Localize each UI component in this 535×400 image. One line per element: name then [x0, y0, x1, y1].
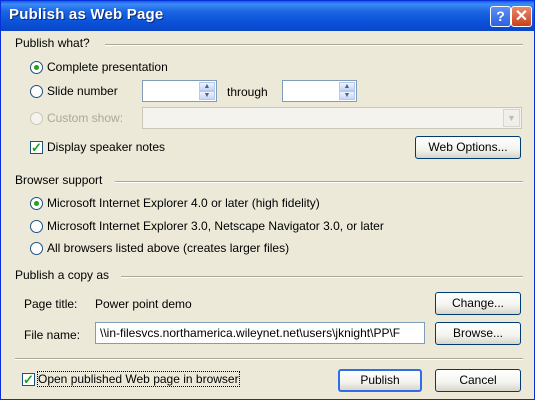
web-options-button[interactable]: Web Options... [415, 136, 521, 159]
publish-what-divider [105, 44, 523, 46]
dialog-title: Publish as Web Page [9, 6, 164, 23]
chevron-down-icon[interactable]: ▼ [503, 109, 520, 127]
help-icon: ? [496, 8, 505, 24]
open-in-browser-checkbox[interactable]: ✓ [22, 373, 35, 386]
slide-number-label[interactable]: Slide number [47, 84, 118, 98]
complete-presentation-label[interactable]: Complete presentation [47, 60, 168, 74]
custom-show-label: Custom show: [47, 111, 124, 125]
custom-show-radio[interactable] [30, 112, 43, 125]
complete-presentation-radio[interactable] [30, 61, 43, 74]
close-button[interactable]: ✕ [511, 6, 532, 27]
display-speaker-notes-checkbox[interactable]: ✓ [30, 141, 43, 154]
browser-support-divider [115, 181, 523, 183]
slide-to-up-icon[interactable]: ▲ [339, 82, 355, 91]
footer-divider [15, 358, 523, 360]
open-in-browser-label[interactable]: Open published Web page in browser [37, 371, 240, 387]
slide-number-radio[interactable] [30, 85, 43, 98]
page-title-value: Power point demo [95, 297, 192, 311]
custom-show-select[interactable]: ▼ [142, 107, 522, 129]
browser-support-heading: Browser support [15, 173, 103, 187]
title-bar[interactable]: Publish as Web Page ? ✕ [1, 1, 534, 31]
help-button[interactable]: ? [490, 6, 511, 27]
ie4-label[interactable]: Microsoft Internet Explorer 4.0 or later… [47, 196, 320, 210]
publish-web-page-dialog: Publish as Web Page ? ✕ Publish what? Co… [0, 0, 535, 400]
slide-from-up-icon[interactable]: ▲ [199, 82, 215, 91]
through-label: through [227, 85, 268, 99]
publish-copy-divider [121, 276, 523, 278]
file-name-label: File name: [24, 328, 81, 342]
ie4-radio[interactable] [30, 197, 43, 210]
file-name-input[interactable]: \\in-filesvcs.northamerica.wileynet.net\… [95, 322, 425, 344]
ie3-label[interactable]: Microsoft Internet Explorer 3.0, Netscap… [47, 219, 384, 233]
all-browsers-label[interactable]: All browsers listed above (creates large… [47, 241, 289, 255]
close-icon: ✕ [514, 8, 529, 25]
all-browsers-radio[interactable] [30, 242, 43, 255]
display-speaker-notes-label[interactable]: Display speaker notes [47, 140, 165, 154]
page-title-label: Page title: [24, 297, 78, 311]
browse-button[interactable]: Browse... [435, 322, 521, 345]
slide-to-spinbox[interactable]: ▲ ▼ [282, 80, 357, 102]
publish-what-heading: Publish what? [15, 36, 90, 50]
publish-copy-heading: Publish a copy as [15, 268, 110, 282]
slide-from-spinbox[interactable]: ▲ ▼ [142, 80, 217, 102]
ie3-radio[interactable] [30, 220, 43, 233]
publish-button[interactable]: Publish [338, 369, 422, 392]
change-button[interactable]: Change... [435, 292, 521, 315]
cancel-button[interactable]: Cancel [435, 369, 521, 392]
slide-from-down-icon[interactable]: ▼ [199, 91, 215, 100]
slide-to-down-icon[interactable]: ▼ [339, 91, 355, 100]
